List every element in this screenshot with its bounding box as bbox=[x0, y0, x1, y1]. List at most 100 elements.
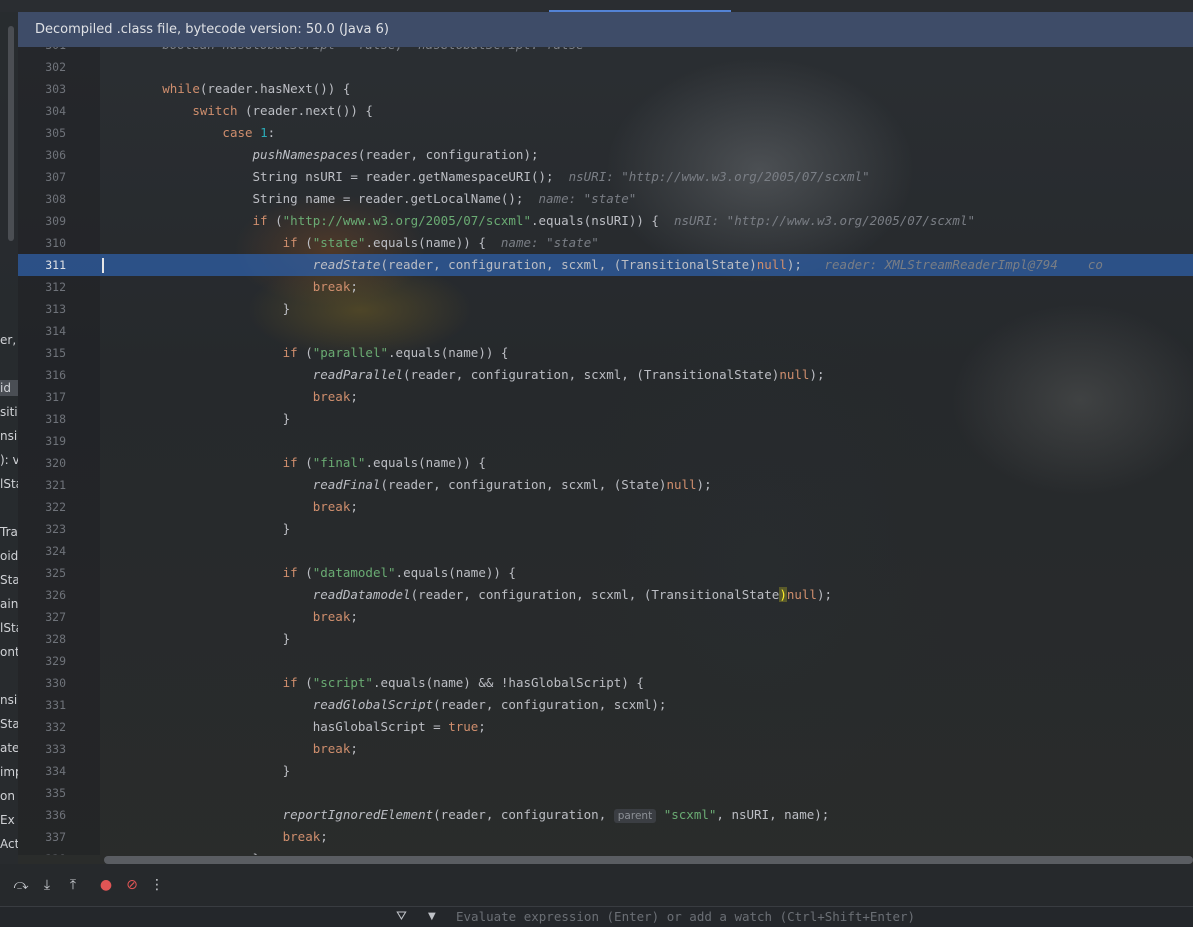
line-number[interactable]: 304 bbox=[18, 100, 66, 122]
mute-breakpoints-icon[interactable]: ⊘ bbox=[123, 876, 141, 894]
code-line[interactable]: 309 if ("http://www.w3.org/2005/07/scxml… bbox=[18, 210, 1193, 232]
current-execution-line[interactable]: 311 readState(reader, configuration, scx… bbox=[18, 254, 1193, 276]
code-line[interactable]: 328 } bbox=[18, 628, 1193, 650]
code-line[interactable]: 313 } bbox=[18, 298, 1193, 320]
line-number[interactable]: 336 bbox=[18, 804, 66, 826]
left-panel-item[interactable]: imp bbox=[0, 764, 18, 780]
code-line[interactable]: 307 String nsURI = reader.getNamespaceUR… bbox=[18, 166, 1193, 188]
line-number[interactable]: 335 bbox=[18, 782, 66, 804]
code-line[interactable]: 326 readDatamodel(reader, configuration,… bbox=[18, 584, 1193, 606]
code-line[interactable]: 302 bbox=[18, 56, 1193, 78]
line-number[interactable]: 319 bbox=[18, 430, 66, 452]
breakpoint-icon[interactable]: ● bbox=[97, 876, 115, 894]
line-number[interactable]: 326 bbox=[18, 584, 66, 606]
left-panel-item[interactable]: Ex bbox=[0, 812, 18, 828]
code-line[interactable]: 306 pushNamespaces(reader, configuration… bbox=[18, 144, 1193, 166]
line-number[interactable]: 318 bbox=[18, 408, 66, 430]
line-number[interactable]: 316 bbox=[18, 364, 66, 386]
line-number[interactable]: 303 bbox=[18, 78, 66, 100]
line-number[interactable]: 323 bbox=[18, 518, 66, 540]
line-number[interactable]: 309 bbox=[18, 210, 66, 232]
code-line[interactable]: 322 break; bbox=[18, 496, 1193, 518]
line-number[interactable]: 334 bbox=[18, 760, 66, 782]
code-line[interactable]: 301 boolean hasGlobalScript = false; has… bbox=[18, 47, 1193, 56]
code-line[interactable]: 327 break; bbox=[18, 606, 1193, 628]
line-number[interactable]: 324 bbox=[18, 540, 66, 562]
code-line[interactable]: 305 case 1: bbox=[18, 122, 1193, 144]
left-panel-item[interactable]: Stat bbox=[0, 716, 18, 732]
code-line[interactable]: 312 break; bbox=[18, 276, 1193, 298]
code-line[interactable]: 320 if ("final".equals(name)) { bbox=[18, 452, 1193, 474]
line-number[interactable]: 305 bbox=[18, 122, 66, 144]
code-line[interactable]: 329 bbox=[18, 650, 1193, 672]
line-number[interactable]: 320 bbox=[18, 452, 66, 474]
line-number[interactable]: 311 bbox=[18, 254, 66, 276]
code-line[interactable]: 332 hasGlobalScript = true; bbox=[18, 716, 1193, 738]
left-panel-item[interactable]: oid bbox=[0, 548, 18, 564]
more-icon[interactable]: ⋮ bbox=[148, 876, 166, 894]
code-line[interactable]: 336 reportIgnoredElement(reader, configu… bbox=[18, 804, 1193, 826]
left-panel-item[interactable]: ainer bbox=[0, 596, 18, 612]
code-line[interactable]: 319 bbox=[18, 430, 1193, 452]
code-line[interactable]: 333 break; bbox=[18, 738, 1193, 760]
left-panel-item[interactable]: Tra bbox=[0, 524, 18, 540]
left-panel-item[interactable]: ate bbox=[0, 740, 18, 756]
horizontal-scrollbar[interactable] bbox=[104, 856, 1193, 864]
line-number[interactable]: 314 bbox=[18, 320, 66, 342]
left-panel-item[interactable]: Stat bbox=[0, 572, 18, 588]
filter-icon[interactable]: ⛛ bbox=[396, 909, 407, 924]
line-number[interactable]: 327 bbox=[18, 606, 66, 628]
line-number[interactable]: 310 bbox=[18, 232, 66, 254]
code-editor[interactable]: 301 boolean hasGlobalScript = false; has… bbox=[18, 47, 1193, 855]
line-number[interactable]: 317 bbox=[18, 386, 66, 408]
code-line[interactable]: 324 bbox=[18, 540, 1193, 562]
line-number[interactable]: 302 bbox=[18, 56, 66, 78]
code-line[interactable]: 310 if ("state".equals(name)) { name: "s… bbox=[18, 232, 1193, 254]
evaluate-expression-bar[interactable]: ⛛ ▼ Evaluate expression (Enter) or add a… bbox=[0, 906, 1193, 927]
code-line[interactable]: 334 } bbox=[18, 760, 1193, 782]
code-line[interactable]: 331 readGlobalScript(reader, configurati… bbox=[18, 694, 1193, 716]
line-number[interactable]: 325 bbox=[18, 562, 66, 584]
code-line[interactable]: 338 } bbox=[18, 848, 1193, 855]
code-line[interactable]: 317 break; bbox=[18, 386, 1193, 408]
code-line[interactable]: 315 if ("parallel".equals(name)) { bbox=[18, 342, 1193, 364]
line-number[interactable]: 333 bbox=[18, 738, 66, 760]
step-over-icon[interactable]: ⤼ bbox=[12, 876, 30, 894]
code-line[interactable]: 337 break; bbox=[18, 826, 1193, 848]
line-number[interactable]: 338 bbox=[18, 848, 66, 855]
code-line[interactable]: 335 bbox=[18, 782, 1193, 804]
line-number[interactable]: 328 bbox=[18, 628, 66, 650]
code-line[interactable]: 330 if ("script".equals(name) && !hasGlo… bbox=[18, 672, 1193, 694]
left-panel-scrollbar[interactable] bbox=[8, 26, 14, 241]
line-number[interactable]: 332 bbox=[18, 716, 66, 738]
code-line[interactable]: 321 readFinal(reader, configuration, scx… bbox=[18, 474, 1193, 496]
left-panel-item[interactable]: on bbox=[0, 788, 18, 804]
line-number[interactable]: 329 bbox=[18, 650, 66, 672]
step-into-icon[interactable]: ⤓ bbox=[38, 876, 56, 894]
line-number[interactable]: 313 bbox=[18, 298, 66, 320]
line-number[interactable]: 312 bbox=[18, 276, 66, 298]
code-line[interactable]: 314 bbox=[18, 320, 1193, 342]
left-panel-item[interactable]: onta bbox=[0, 644, 18, 660]
line-number[interactable]: 307 bbox=[18, 166, 66, 188]
left-panel-item[interactable]: ): v bbox=[0, 452, 18, 468]
line-number[interactable]: 308 bbox=[18, 188, 66, 210]
line-number[interactable]: 315 bbox=[18, 342, 66, 364]
step-out-icon[interactable]: ⤒ bbox=[64, 876, 82, 894]
line-number[interactable]: 301 bbox=[18, 47, 66, 56]
left-panel-item[interactable]: lSta bbox=[0, 476, 18, 492]
line-number[interactable]: 337 bbox=[18, 826, 66, 848]
code-line[interactable]: 303 while(reader.hasNext()) { bbox=[18, 78, 1193, 100]
left-panel-item[interactable]: Acti bbox=[0, 836, 18, 852]
line-number[interactable]: 331 bbox=[18, 694, 66, 716]
evaluate-expression-input[interactable]: Evaluate expression (Enter) or add a wat… bbox=[456, 909, 915, 924]
code-line[interactable]: 325 if ("datamodel".equals(name)) { bbox=[18, 562, 1193, 584]
code-line[interactable]: 316 readParallel(reader, configuration, … bbox=[18, 364, 1193, 386]
left-panel-item[interactable]: lSta bbox=[0, 620, 18, 636]
left-panel-item[interactable]: id bbox=[0, 380, 18, 396]
left-panel-item[interactable]: er, bbox=[0, 332, 18, 348]
line-number[interactable]: 330 bbox=[18, 672, 66, 694]
code-line[interactable]: 318 } bbox=[18, 408, 1193, 430]
code-line[interactable]: 308 String name = reader.getLocalName();… bbox=[18, 188, 1193, 210]
left-panel-item[interactable]: siti bbox=[0, 404, 18, 420]
